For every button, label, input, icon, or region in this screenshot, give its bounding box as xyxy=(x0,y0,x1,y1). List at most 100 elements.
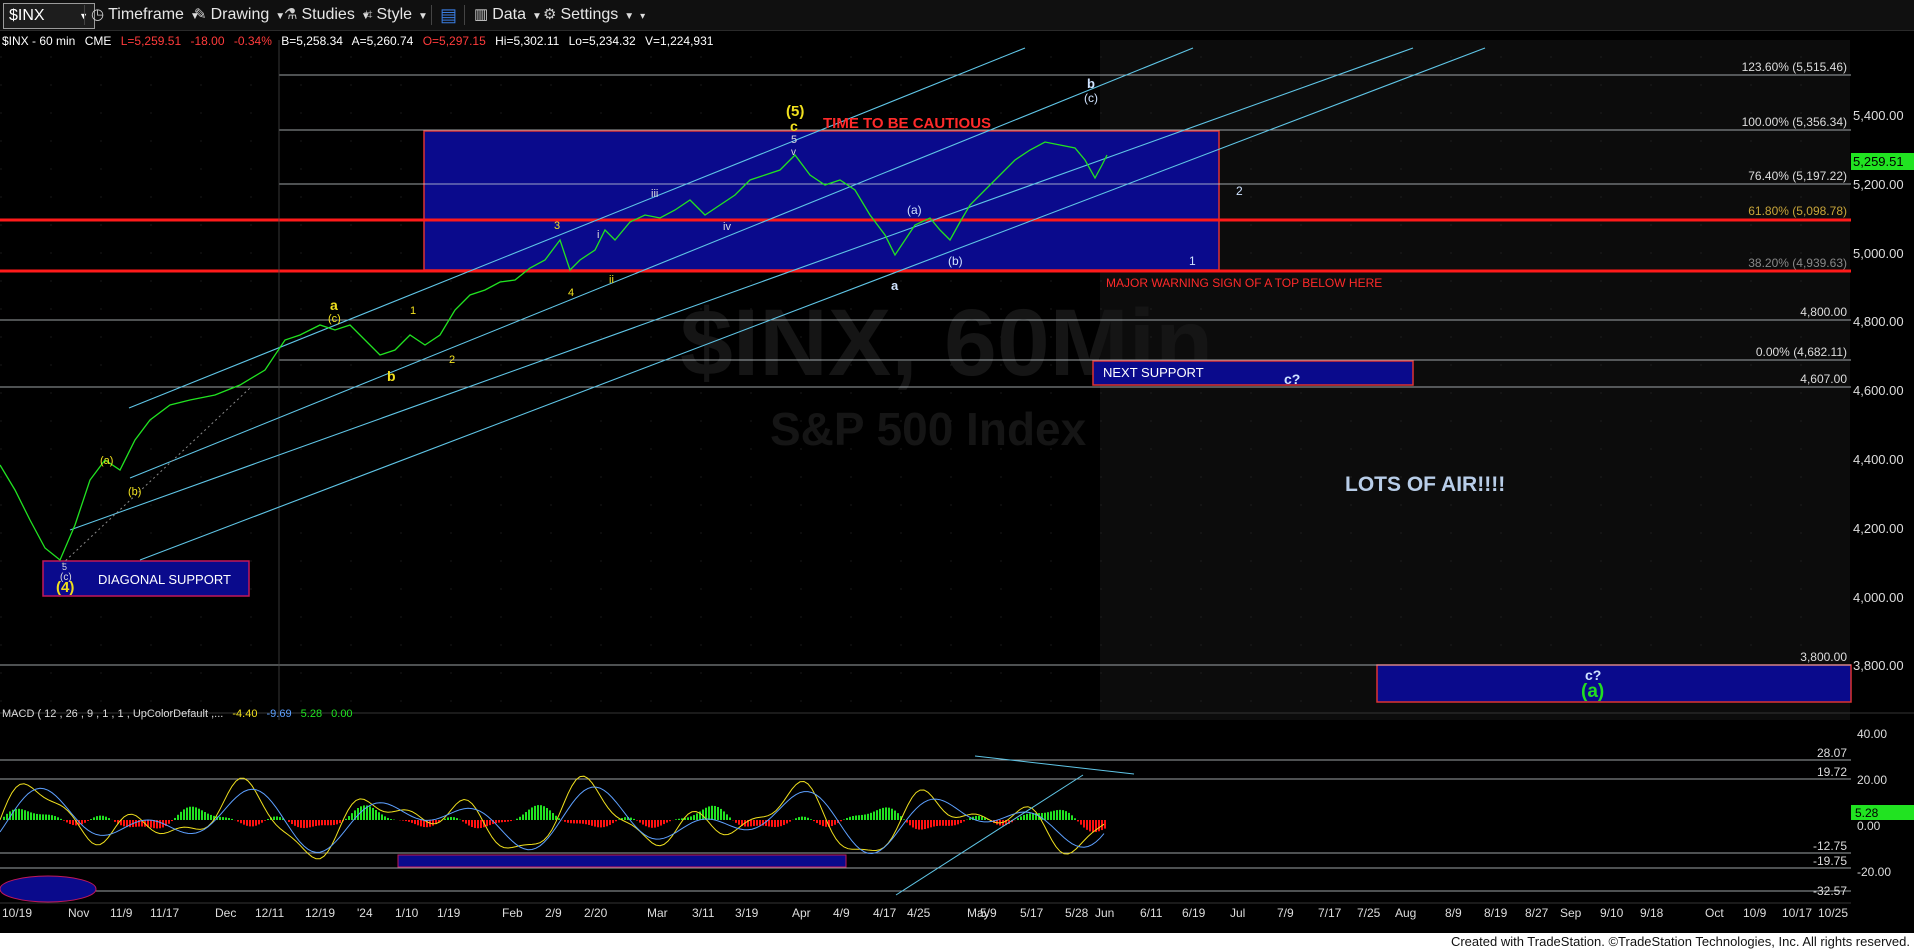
wave-v-label: v xyxy=(791,147,796,158)
wave-2-label: 2 xyxy=(1236,184,1243,198)
price-tick: 4,200.00 xyxy=(1853,521,1904,536)
date-tick: 6/19 xyxy=(1182,906,1206,920)
macd-tick: 0.00 xyxy=(1857,819,1881,833)
date-tick: 5/9 xyxy=(980,906,997,920)
date-tick: 5/17 xyxy=(1020,906,1044,920)
date-tick: 10/19 xyxy=(2,906,32,920)
drawing-menu[interactable]: ✎ Drawing ▼ xyxy=(194,4,285,26)
date-tick: 7/25 xyxy=(1357,906,1381,920)
price-tick: 5,000.00 xyxy=(1853,246,1904,261)
wave-c-label: c xyxy=(790,118,798,134)
current-price-label: 5,259.51 xyxy=(1853,154,1904,169)
date-tick: Dec xyxy=(215,906,236,920)
date-tick: 9/10 xyxy=(1600,906,1624,920)
macd-value-2: -9.69 xyxy=(267,708,292,720)
wave-b-paren-yellow-label: (b) xyxy=(128,486,141,498)
date-tick: Jul xyxy=(1230,906,1245,920)
level-label-4607: 4,607.00 xyxy=(1800,372,1847,386)
timeframe-icon: ◷ xyxy=(91,6,105,23)
watermark-name: S&P 500 Index xyxy=(770,403,1087,455)
settings-menu[interactable]: ⚙ Settings ▼ ▾ xyxy=(543,4,645,26)
date-tick: Jun xyxy=(1095,906,1114,920)
date-tick: 2/9 xyxy=(545,906,562,920)
wave-4-label: 4 xyxy=(568,287,574,299)
data-menu[interactable]: ▥ Data ▼ xyxy=(474,4,542,26)
symbol-input[interactable]: $INX▼ xyxy=(3,3,95,29)
chevron-down-icon: ▼ xyxy=(624,11,635,22)
data-label: Data xyxy=(492,6,526,23)
date-tick: 11/17 xyxy=(150,906,179,920)
macd-level: 28.07 xyxy=(1817,746,1847,760)
wave-ii-label: ii xyxy=(609,274,614,286)
date-axis[interactable]: 10/19 Nov 11/9 11/17 Dec 12/11 12/19 '24 1/10 1/1… xyxy=(2,906,1848,920)
macd-box xyxy=(397,854,847,868)
wave-a-paren-label: (a) xyxy=(907,203,922,217)
wave-4-low-label: (4) xyxy=(56,579,74,596)
data-icon: ▥ xyxy=(474,6,489,23)
date-tick: 6/11 xyxy=(1140,906,1163,920)
chevron-down-icon: ▼ xyxy=(418,11,428,22)
wave-2-yellow-label: 2 xyxy=(449,354,455,366)
wave-5-low-label: 5 xyxy=(62,562,67,572)
svg-text:$INX - 60 min CME L=5,: $INX - 60 min CME L=5,259.51 -18.00 -0.3… xyxy=(2,34,714,48)
quote-pct: -0.34% xyxy=(234,34,272,48)
date-tick: 3/19 xyxy=(735,906,759,920)
cautious-text: TIME TO BE CAUTIOUS xyxy=(823,115,991,132)
layout-icon[interactable]: ▤ xyxy=(440,4,457,26)
next-support-text: NEXT SUPPORT xyxy=(1103,365,1204,380)
date-tick: 4/25 xyxy=(907,906,931,920)
copyright-text: Created with TradeStation. ©TradeStation… xyxy=(1450,934,1910,949)
style-icon: ⌗ xyxy=(364,6,373,23)
date-tick: '24 xyxy=(357,906,373,920)
wave-b-paren-label: (b) xyxy=(948,254,963,268)
studies-label: Studies xyxy=(301,6,355,23)
date-tick: Nov xyxy=(68,906,89,920)
date-tick: Feb xyxy=(502,906,523,920)
style-menu[interactable]: ⌗ Style ▼ xyxy=(364,4,428,26)
level-label-4800: 4,800.00 xyxy=(1800,305,1847,319)
date-tick: Apr xyxy=(792,906,811,920)
drawing-label: Drawing xyxy=(210,6,270,23)
svg-text:MACD ( 12 , 26 , 9 , 1 , 1 , U: MACD ( 12 , 26 , 9 , 1 , 1 , UpColorDefa… xyxy=(2,708,353,720)
wave-a-green: (a) xyxy=(1581,681,1604,702)
quote-last: L=5,259.51 xyxy=(121,34,182,48)
date-tick: Mar xyxy=(647,906,668,920)
bottom-target-box xyxy=(1376,664,1852,703)
macd-value-3: 5.28 xyxy=(301,708,322,720)
wave-iii-label: iii xyxy=(651,188,658,200)
symbol-value: $INX xyxy=(9,7,45,24)
quote-symbol: $INX - 60 min xyxy=(2,34,75,48)
date-tick: 8/27 xyxy=(1525,906,1549,920)
price-tick: 4,800.00 xyxy=(1853,314,1904,329)
date-tick: 7/17 xyxy=(1318,906,1342,920)
wave-3-label: 3 xyxy=(554,220,560,232)
macd-tick: -20.00 xyxy=(1857,865,1891,879)
price-tick: 5,200.00 xyxy=(1853,177,1904,192)
diagonal-support-text: DIAGONAL SUPPORT xyxy=(98,572,231,587)
macd-tick: 20.00 xyxy=(1857,773,1887,787)
quote-exchange: CME xyxy=(85,34,112,48)
quote-high: Hi=5,302.11 xyxy=(495,34,559,48)
macd-tick: 40.00 xyxy=(1857,727,1887,741)
toolbar: $INX▼ ◷Timeframe▼ ✎Drawing▼ ⚗Studies▼ ⌗S… xyxy=(0,0,1914,31)
studies-menu[interactable]: ⚗ Studies ▼ xyxy=(284,4,371,26)
date-tick: 11/9 xyxy=(110,906,133,920)
wave-iv-label: iv xyxy=(723,221,731,233)
date-tick: Oct xyxy=(1705,906,1724,920)
macd-ellipse xyxy=(0,875,97,903)
quote-open: O=5,297.15 xyxy=(423,34,486,48)
wave-i-label: i xyxy=(597,229,599,241)
price-tick: 3,800.00 xyxy=(1853,658,1904,673)
date-tick: 12/11 xyxy=(255,906,284,920)
fib-label-1236: 123.60% (5,515.46) xyxy=(1742,60,1847,74)
price-chart[interactable]: $INX - 60 min CME L=5,259.51 -18.00 -0.3… xyxy=(0,31,1914,933)
timeframe-menu[interactable]: ◷ Timeframe ▼ xyxy=(91,4,200,26)
date-tick: 9/18 xyxy=(1640,906,1664,920)
macd-level: -19.75 xyxy=(1813,854,1847,868)
drawing-icon: ✎ xyxy=(194,6,207,23)
wave-1-yellow-label: 1 xyxy=(410,305,416,317)
chevron-down-icon: ▾ xyxy=(640,11,646,22)
date-tick: Aug xyxy=(1395,906,1416,920)
wave-a-label: a xyxy=(891,278,899,293)
macd-title: MACD ( 12 , 26 , 9 , 1 , 1 , UpColorDefa… xyxy=(2,708,223,720)
